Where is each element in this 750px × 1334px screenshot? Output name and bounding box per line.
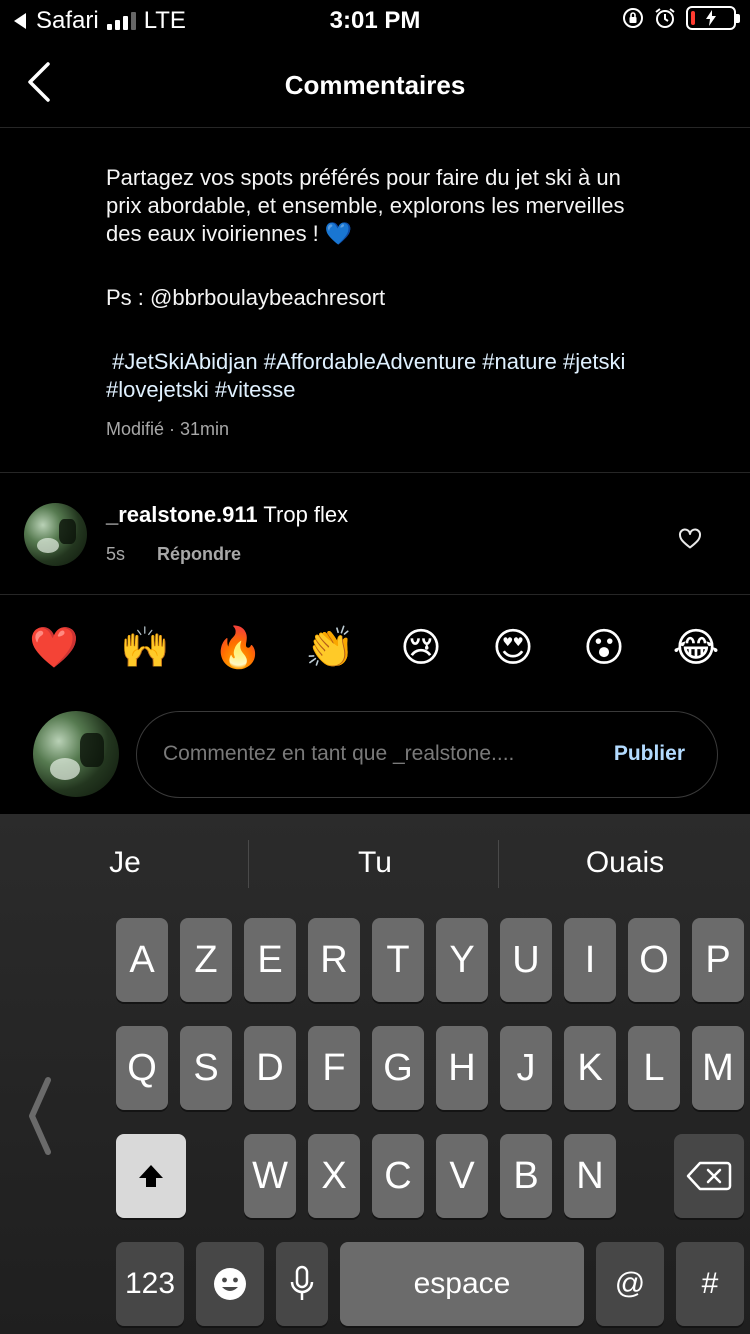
emoji-surprised[interactable]: 😮 [576,620,632,676]
suggestion-item[interactable]: Je [0,846,250,880]
hash-key[interactable]: # [676,1242,744,1326]
key[interactable]: W [244,1134,296,1218]
key[interactable]: J [500,1026,552,1110]
shift-arrow-icon [139,1165,163,1187]
emoji-key[interactable] [196,1242,264,1326]
comment-text: _realstone.911 Trop flex [106,502,348,528]
emoji-quick-bar: ❤️ 🙌 🔥 👏 😢 😍 😮 😂 [0,620,750,676]
comment-username[interactable]: _realstone.911 [106,502,258,527]
orientation-lock-icon [623,8,643,28]
key[interactable]: T [372,918,424,1002]
caption-line: prix abordable, et ensemble, explorons l… [106,193,625,218]
commenter-avatar[interactable] [24,503,87,566]
emoji-clap[interactable]: 👏 [302,620,358,676]
emoji-heart[interactable]: ❤️ [26,620,82,676]
divider [0,472,750,473]
reply-button[interactable]: Répondre [157,544,241,565]
key[interactable]: C [372,1134,424,1218]
caption-hashtags[interactable]: #lovejetski #vitesse [106,376,726,404]
caption-meta: Modifié · 31min [106,419,230,439]
microphone-icon [290,1265,314,1300]
key[interactable]: H [436,1026,488,1110]
emoji-laughing[interactable]: 😂 [668,620,724,676]
numbers-key[interactable]: 123 [116,1242,184,1326]
key[interactable]: Z [180,918,232,1002]
suggestion-item[interactable]: Tu [250,846,500,880]
key[interactable]: Y [436,918,488,1002]
key[interactable]: R [308,918,360,1002]
comment-body: Trop flex [257,502,349,527]
alarm-icon [655,8,675,28]
key[interactable]: O [628,918,680,1002]
battery-icon [686,6,740,30]
at-key[interactable]: @ [596,1242,664,1326]
backspace-icon [686,1161,732,1191]
caption-line: des eaux ivoiriennes ! 💙 [106,221,353,246]
chevron-left-icon[interactable] [24,1076,54,1156]
key[interactable]: G [372,1026,424,1110]
emoji-raising-hands[interactable]: 🙌 [117,620,173,676]
heart-icon[interactable] [678,527,702,551]
emoji-heart-eyes[interactable]: 😍 [485,620,541,676]
shift-key[interactable] [116,1134,186,1218]
emoji-crying[interactable]: 😢 [393,620,449,676]
caption-hashtags[interactable]: #JetSkiAbidjan #AffordableAdventure #nat… [106,348,726,376]
caption-line: Partagez vos spots préférés pour faire d… [106,165,621,190]
key[interactable]: A [116,918,168,1002]
status-bar: Safari LTE 3:01 PM [0,0,750,40]
smiley-icon [214,1268,246,1300]
comment-input[interactable]: Commentez en tant que _realstone.... Pub… [136,711,718,798]
key[interactable]: M [692,1026,744,1110]
emoji-fire[interactable]: 🔥 [210,620,266,676]
key[interactable]: B [500,1134,552,1218]
dictation-key[interactable] [276,1242,328,1326]
current-user-avatar [33,711,119,797]
key[interactable]: V [436,1134,488,1218]
comment-input-placeholder: Commentez en tant que _realstone.... [163,742,515,765]
key[interactable]: F [308,1026,360,1110]
key[interactable]: D [244,1026,296,1110]
key[interactable]: P [692,918,744,1002]
key[interactable]: S [180,1026,232,1110]
predictive-bar: Je Tu Ouais [0,814,750,914]
key[interactable]: X [308,1134,360,1218]
key[interactable]: K [564,1026,616,1110]
divider [0,594,750,595]
header: Commentaires [0,40,750,128]
key[interactable]: E [244,918,296,1002]
page-title: Commentaires [284,70,466,100]
space-key[interactable]: espace [340,1242,584,1326]
key[interactable]: I [564,918,616,1002]
key[interactable]: L [628,1026,680,1110]
comment-meta: 5s Répondre [106,544,241,565]
keyboard: Je Tu Ouais A Z E R T Y U I O P Q S D F … [0,814,750,1334]
key[interactable]: U [500,918,552,1002]
publish-button[interactable]: Publier [614,742,685,766]
post-caption: Partagez vos spots préférés pour faire d… [106,164,726,404]
key[interactable]: Q [116,1026,168,1110]
comment-time: 5s [106,544,126,564]
caption-mention[interactable]: Ps : @bbrboulaybeachresort [106,284,726,312]
key[interactable]: N [564,1134,616,1218]
delete-key[interactable] [674,1134,744,1218]
suggestion-item[interactable]: Ouais [500,846,750,880]
